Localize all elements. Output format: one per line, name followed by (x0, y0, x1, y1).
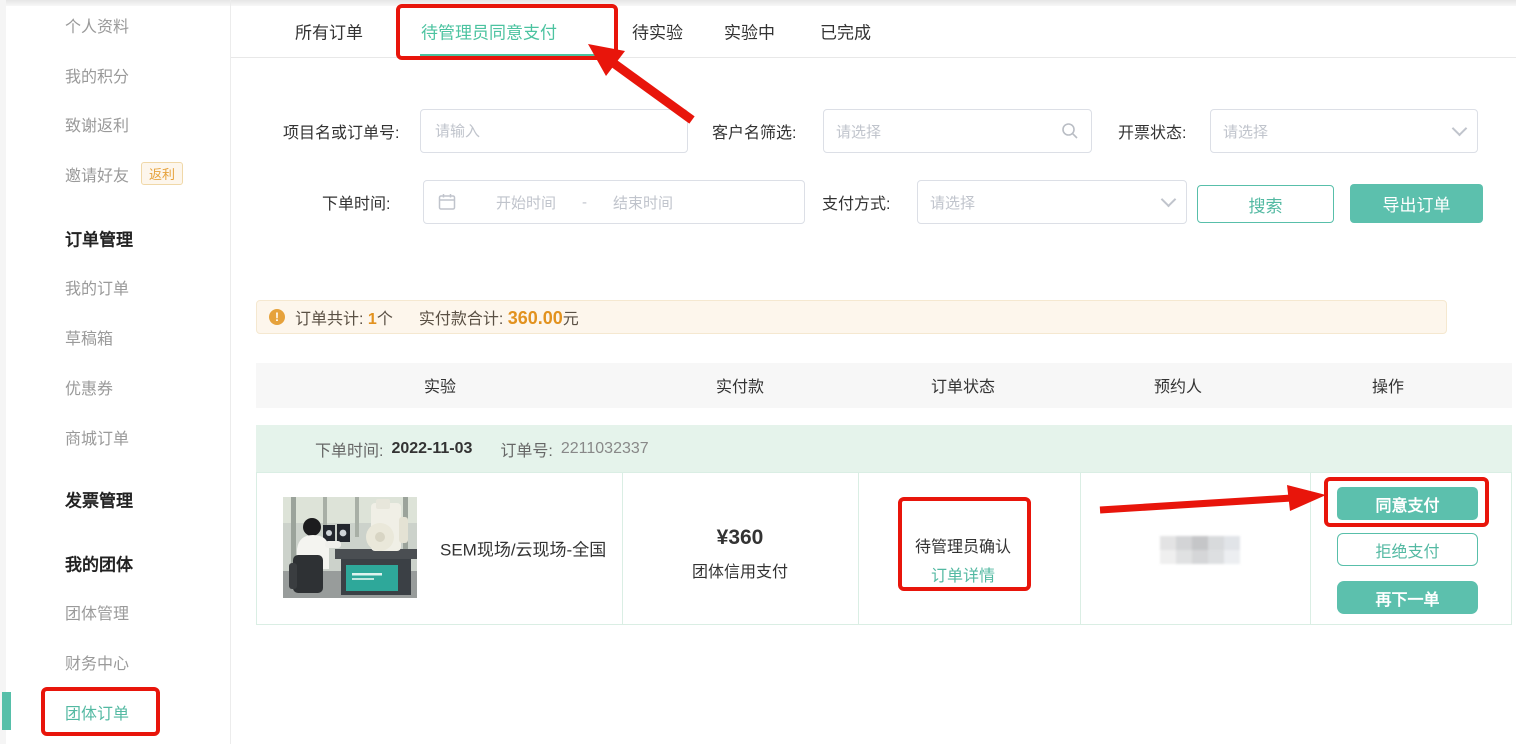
order-status: 待管理员确认 (915, 533, 1011, 557)
order-summary-alert: ! 订单共计: 1个 实付款合计: 360.00元 (256, 300, 1447, 334)
order-no-key: 订单号: (500, 437, 552, 461)
chevron-down-icon (1161, 192, 1177, 208)
tab-all-orders[interactable]: 所有订单 (295, 19, 363, 44)
customer-filter-placeholder: 请选择 (836, 121, 881, 142)
sidebar-item-drafts[interactable]: 草稿箱 (65, 325, 113, 349)
sidebar-divider (230, 0, 231, 744)
sidebar-item-finance-center[interactable]: 财务中心 (65, 650, 129, 674)
order-no-value: 2211032337 (561, 440, 649, 458)
page-top-edge (0, 0, 1516, 6)
sidebar-item-invite[interactable]: 邀请好友返利 (65, 162, 183, 186)
customer-filter-select[interactable]: 请选择 (823, 109, 1092, 153)
sidebar-item-mall-orders[interactable]: 商城订单 (65, 425, 129, 449)
sidebar-item-my-orders[interactable]: 我的订单 (65, 275, 129, 299)
experiment-thumbnail (283, 497, 417, 598)
warning-icon: ! (269, 309, 285, 325)
order-time-key: 下单时间: (315, 437, 383, 461)
order-pay-method: 团体信用支付 (692, 558, 788, 582)
order-time-label: 下单时间: (322, 190, 390, 214)
pay-method-placeholder: 请选择 (930, 192, 975, 213)
customer-filter-label: 客户名筛选: (712, 119, 796, 143)
tabbar-bottom-border (231, 57, 1516, 58)
summary-count-value: 1 (368, 311, 377, 328)
export-orders-button[interactable]: 导出订单 (1350, 184, 1483, 223)
order-detail-link[interactable]: 订单详情 (931, 562, 995, 586)
rebate-badge: 返利 (141, 162, 183, 185)
tab-in-experiment[interactable]: 实验中 (724, 19, 775, 44)
sidebar-item-coupons[interactable]: 优惠券 (65, 375, 113, 399)
chevron-down-icon (1452, 121, 1468, 137)
sidebar-active-indicator (2, 692, 11, 730)
active-tab-underline (420, 54, 598, 57)
cell-divider (622, 472, 623, 625)
tab-pending-experiment[interactable]: 待实验 (632, 19, 683, 44)
group-orders-page: 个人资料 我的积分 致谢返利 邀请好友返利 订单管理 我的订单 草稿箱 优惠券 … (0, 0, 1516, 744)
col-header-status: 订单状态 (931, 373, 995, 397)
sidebar-item-profile[interactable]: 个人资料 (65, 13, 129, 37)
sidebar-item-invite-label: 邀请好友 (65, 168, 129, 185)
summary-text: 订单共计: 1个 实付款合计: 360.00元 (295, 305, 579, 329)
summary-count-label: 订单共计: (295, 311, 363, 328)
sidebar-section-order-mgmt: 订单管理 (65, 226, 133, 251)
blurred-reserver-name (1160, 536, 1240, 564)
project-filter-input[interactable] (420, 109, 688, 153)
invoice-status-label: 开票状态: (1118, 119, 1186, 143)
pay-method-label: 支付方式: (822, 190, 890, 214)
order-group-header: 下单时间: 2022-11-03 订单号: 2211032337 (256, 425, 1512, 472)
invoice-status-select[interactable]: 请选择 (1210, 109, 1478, 153)
experiment-title[interactable]: SEM现场/云现场-全国 (440, 536, 606, 561)
summary-count-unit: 个 (377, 311, 393, 328)
order-time-range-picker[interactable]: 开始时间 - 结束时间 (423, 180, 805, 224)
summary-paid-value: 360.00 (508, 308, 563, 328)
summary-paid-label: 实付款合计: (419, 311, 503, 328)
col-header-experiment: 实验 (424, 373, 456, 397)
cell-divider (1310, 472, 1311, 625)
reorder-button[interactable]: 再下一单 (1337, 581, 1478, 614)
sidebar-item-points[interactable]: 我的积分 (65, 63, 129, 87)
annotation-arrow-tab-head (588, 44, 625, 76)
page-left-gutter (0, 0, 6, 744)
sidebar-item-group-orders[interactable]: 团体订单 (65, 700, 129, 724)
calendar-icon (438, 193, 456, 211)
order-price: ¥360 (717, 526, 764, 550)
order-time-value: 2022-11-03 (391, 440, 472, 458)
cell-divider (1080, 472, 1081, 625)
col-header-actions: 操作 (1372, 373, 1404, 397)
tab-completed[interactable]: 已完成 (820, 19, 871, 44)
sidebar-item-group-mgmt[interactable]: 团体管理 (65, 600, 129, 624)
search-button[interactable]: 搜索 (1197, 185, 1334, 223)
sidebar-section-invoice-mgmt[interactable]: 发票管理 (65, 487, 133, 512)
approve-payment-button[interactable]: 同意支付 (1337, 487, 1478, 520)
col-header-reserver: 预约人 (1154, 373, 1202, 397)
col-header-paid: 实付款 (716, 373, 764, 397)
summary-paid-unit: 元 (563, 311, 579, 328)
reject-payment-button[interactable]: 拒绝支付 (1337, 533, 1478, 566)
sidebar-section-my-group: 我的团体 (65, 551, 133, 576)
sidebar-item-thanks-rebate[interactable]: 致谢返利 (65, 112, 129, 136)
pay-method-select[interactable]: 请选择 (917, 180, 1187, 224)
search-icon (1061, 122, 1079, 140)
cell-divider (858, 472, 859, 625)
project-filter-label: 项目名或订单号: (283, 119, 399, 143)
start-time-placeholder: 开始时间 (496, 192, 556, 213)
date-range-separator: - (582, 194, 587, 211)
tab-pending-admin-approval[interactable]: 待管理员同意支付 (421, 19, 557, 44)
invoice-status-placeholder: 请选择 (1223, 121, 1268, 142)
end-time-placeholder: 结束时间 (613, 192, 673, 213)
